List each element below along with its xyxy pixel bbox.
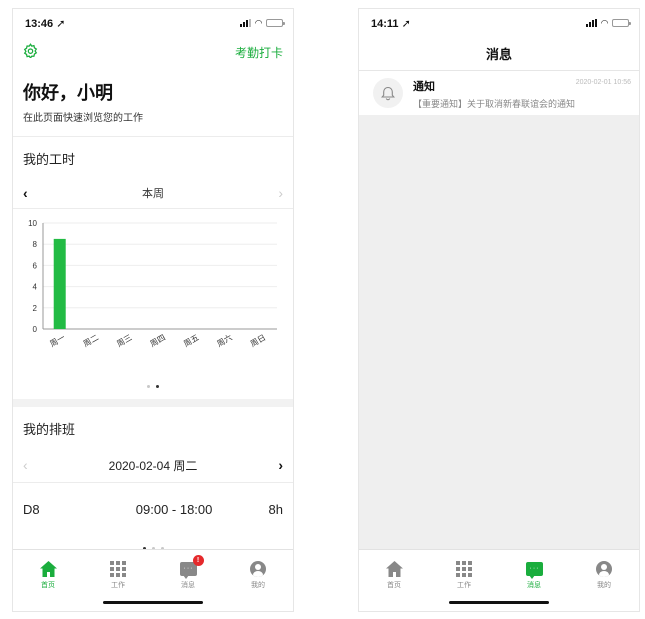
- tab-label: 消息: [181, 582, 195, 589]
- tab-label: 首页: [41, 582, 55, 589]
- tab-work[interactable]: 工作: [83, 550, 153, 590]
- x-tick-label: 周二: [82, 333, 100, 349]
- bell-icon: [373, 78, 403, 108]
- work-hours-title: 我的工时: [23, 152, 76, 167]
- x-tick-label: 周六: [215, 332, 234, 349]
- tab-work[interactable]: 工作: [429, 550, 499, 590]
- date-navigator: ‹ 2020-02-04 周二 ›: [13, 448, 293, 482]
- notification-preview: 【重要通知】关于取消新春联谊会的通知: [413, 99, 576, 109]
- battery-icon: [612, 19, 631, 27]
- tab-home[interactable]: 首页: [13, 550, 83, 590]
- tab-label: 工作: [111, 582, 125, 589]
- wifi-icon: ◠: [601, 17, 608, 28]
- status-bar: 14:11 ➚ ◠: [359, 9, 639, 37]
- notification-item[interactable]: 通知 【重要通知】关于取消新春联谊会的通知 2020-02-01 10:56: [359, 71, 639, 115]
- notification-time: 2020-02-01 10:56: [575, 79, 631, 86]
- shift-row[interactable]: D8 09:00 - 18:00 8h: [13, 483, 293, 535]
- y-tick-label: 0: [33, 325, 38, 334]
- page-dot-active: [156, 384, 159, 388]
- tab-label: 首页: [387, 582, 401, 589]
- user-icon: [250, 560, 267, 577]
- x-tick-label: 周日: [249, 333, 267, 349]
- messages-screen: 14:11 ➚ ◠ 消息 通知 【重要通知】关于取消新春联谊会的通知 2020-…: [358, 8, 640, 612]
- clock-in-link[interactable]: 考勤打卡: [235, 44, 283, 61]
- week-navigator: ‹ 本周 ›: [13, 178, 293, 208]
- shift-hours: 8h: [268, 501, 283, 517]
- tab-bar: 首页 工作 ··· ! 消息 我的: [13, 549, 293, 611]
- message-icon: ···: [525, 560, 543, 579]
- home-top-bar: 考勤打卡: [13, 37, 293, 67]
- x-tick-label: 周五: [182, 333, 200, 349]
- tab-label: 我的: [251, 582, 265, 589]
- chart-page-dots: [13, 379, 293, 393]
- week-label: 本周: [142, 188, 164, 200]
- tab-bar: 首页 工作 ··· 消息 我的: [359, 549, 639, 611]
- next-week-button[interactable]: ›: [278, 185, 283, 201]
- x-tick-label: 周四: [149, 333, 167, 349]
- message-list: 通知 【重要通知】关于取消新春联谊会的通知 2020-02-01 10:56: [359, 71, 639, 549]
- wifi-icon: ◠: [255, 17, 262, 28]
- schedule-title: 我的排班: [23, 422, 76, 437]
- home-indicator: [103, 601, 203, 604]
- shift-code: D8: [23, 501, 40, 517]
- tab-profile[interactable]: 我的: [569, 550, 639, 590]
- status-time: 13:46 ➚: [25, 17, 66, 30]
- tab-messages[interactable]: ··· 消息: [499, 550, 569, 590]
- home-indicator: [449, 601, 549, 604]
- tab-messages[interactable]: ··· ! 消息: [153, 550, 223, 590]
- y-tick-label: 6: [33, 261, 38, 270]
- grid-icon: [456, 560, 473, 577]
- signal-icon: [240, 19, 252, 27]
- work-hours-chart: 0 2 4 6 8 10 周一 周二 周三 周四 周五 周六 周日: [13, 209, 293, 379]
- bar: [53, 238, 66, 329]
- home-screen: 13:46 ➚ ◠ 考勤打卡 你好，小明 在此页面快速浏览您的工作 我的工时 ‹…: [12, 8, 294, 612]
- unread-badge: !: [192, 555, 204, 566]
- greeting-title: 你好，小明: [23, 83, 113, 103]
- signal-icon: [586, 19, 598, 27]
- message-icon: ··· !: [179, 555, 204, 579]
- tab-label: 工作: [457, 582, 471, 589]
- greeting-subtitle: 在此页面快速浏览您的工作: [23, 113, 143, 124]
- x-tick-label: 周一: [48, 333, 66, 349]
- y-tick-label: 4: [33, 283, 38, 292]
- x-tick-label: 周三: [115, 333, 133, 349]
- y-tick-label: 8: [33, 240, 38, 249]
- tab-profile[interactable]: 我的: [223, 550, 293, 590]
- prev-week-button[interactable]: ‹: [23, 185, 28, 201]
- status-bar: 13:46 ➚ ◠: [13, 9, 293, 37]
- bar-chart: 0 2 4 6 8 10 周一 周二 周三 周四 周五 周六 周日: [28, 219, 277, 349]
- tab-label: 我的: [597, 582, 611, 589]
- status-time: 14:11 ➚: [371, 17, 411, 30]
- shift-time: 09:00 - 18:00: [135, 501, 213, 517]
- gear-icon[interactable]: [23, 42, 38, 62]
- y-tick-label: 2: [33, 304, 38, 313]
- prev-day-button[interactable]: ‹: [23, 457, 28, 473]
- tab-label: 消息: [527, 582, 541, 589]
- page-dot: [147, 384, 150, 388]
- home-icon: [39, 560, 57, 577]
- grid-icon: [110, 560, 127, 577]
- y-tick-label: 10: [28, 219, 37, 228]
- greeting: 你好，小明 在此页面快速浏览您的工作: [13, 67, 293, 124]
- home-icon: [385, 560, 403, 577]
- tab-home[interactable]: 首页: [359, 550, 429, 590]
- battery-icon: [266, 19, 285, 27]
- schedule-date: 2020-02-04 周二: [108, 458, 198, 473]
- page-title: 消息: [359, 37, 639, 71]
- user-icon: [596, 560, 613, 577]
- next-day-button[interactable]: ›: [278, 457, 283, 473]
